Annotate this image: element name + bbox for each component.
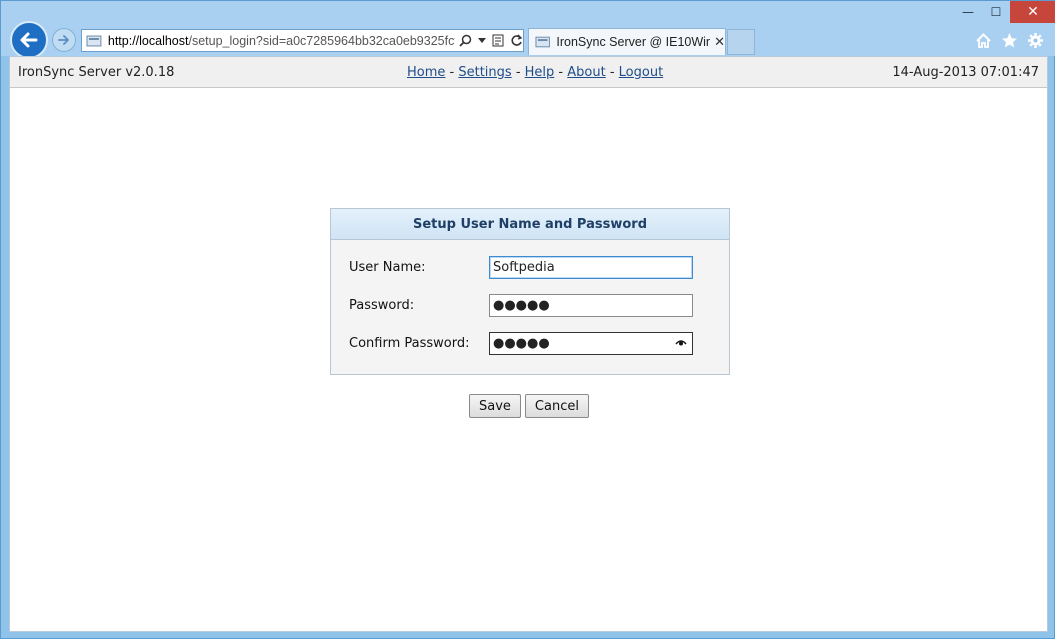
menu-separator: - [445,65,459,80]
home-icon[interactable] [974,31,992,49]
arrow-right-icon [58,35,69,45]
password-input[interactable]: ●●●●● [489,294,693,317]
browser-chrome: — ☐ ✕ http://localhost/setup_login?sid=a… [1,1,1055,59]
forward-button[interactable] [52,28,76,52]
gear-icon[interactable] [1026,31,1044,49]
menu-separator: - [605,65,619,80]
maximize-button[interactable]: ☐ [982,1,1010,23]
arrow-left-icon [20,32,38,48]
menu-separator: - [554,65,568,80]
main-menu: Home - Settings - Help - About - Logout [407,65,663,80]
eye-icon[interactable] [675,337,687,347]
address-url-host: http://localhost [107,33,189,48]
new-tab-button[interactable] [727,29,755,55]
app-title: IronSync Server v2.0.18 [18,65,175,80]
confirm-password-row: Confirm Password: ●●●●● [349,332,693,355]
search-icon[interactable] [459,34,472,47]
menu-help-link[interactable]: Help [525,65,555,80]
tab-ironsync[interactable]: IronSync Server @ IE10Win8... ✕ [528,28,726,55]
username-row: User Name: Softpedia [349,256,693,279]
close-tab-icon[interactable]: ✕ [714,35,725,50]
dropdown-icon[interactable] [478,37,486,44]
datetime-display: 14-Aug-2013 07:01:47 [892,65,1039,80]
minimize-button[interactable]: — [954,1,982,23]
address-tools [459,34,523,47]
star-icon[interactable] [1000,31,1018,49]
confirm-password-input[interactable]: ●●●●● [489,332,693,355]
username-label: User Name: [349,260,426,275]
form-buttons: Save Cancel [469,394,589,418]
save-button[interactable]: Save [469,394,521,418]
address-bar[interactable]: http://localhost/setup_login?sid=a0c7285… [81,29,524,52]
password-value: ●●●●● [493,298,550,313]
confirm-password-label: Confirm Password: [349,336,470,351]
confirm-password-value: ●●●●● [493,336,550,351]
menu-separator: - [511,65,525,80]
username-value: Softpedia [493,260,555,275]
back-button[interactable] [10,21,48,59]
address-url[interactable]: http://localhost/setup_login?sid=a0c7285… [108,34,455,48]
address-url-path: /setup_login?sid=a0c7285964bb32ca0eb9325… [188,33,455,48]
tab-title: IronSync Server @ IE10Win8... [556,35,711,49]
page-content: IronSync Server v2.0.18 Home - Settings … [9,56,1048,632]
browser-window: — ☐ ✕ http://localhost/setup_login?sid=a… [0,0,1055,639]
refresh-icon[interactable] [510,34,523,47]
menu-logout-link[interactable]: Logout [619,65,664,80]
page-icon [535,36,550,48]
window-controls: — ☐ ✕ [954,1,1055,23]
menu-settings-link[interactable]: Settings [458,65,511,80]
toolbar-icons [974,31,1044,49]
password-label: Password: [349,298,415,313]
close-window-button[interactable]: ✕ [1010,1,1055,23]
panel-heading: Setup User Name and Password [331,209,729,240]
menu-about-link[interactable]: About [567,65,605,80]
page-icon [86,35,102,46]
menu-home-link[interactable]: Home [407,65,445,80]
app-header: IronSync Server v2.0.18 Home - Settings … [10,57,1047,88]
setup-login-panel: Setup User Name and Password User Name: … [330,208,730,375]
username-input[interactable]: Softpedia [489,256,693,279]
cancel-button[interactable]: Cancel [524,394,589,418]
password-row: Password: ●●●●● [349,294,693,317]
compatibility-icon[interactable] [492,34,504,47]
